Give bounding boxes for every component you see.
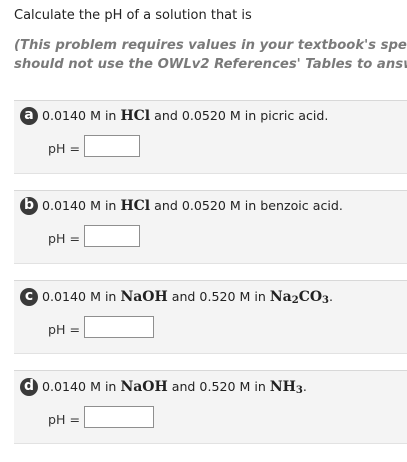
chem-formula: HCl (120, 108, 151, 124)
part-a-prompt: 0.0140 M in HCl and 0.0520 M in picric a… (42, 108, 329, 124)
part-a-ph-input[interactable] (84, 135, 140, 157)
part-a: a 0.0140 M in HCl and 0.0520 M in picric… (14, 100, 407, 174)
part-c-prompt: 0.0140 M in NaOH and 0.520 M in Na2CO3. (42, 289, 334, 306)
chem-formula: NaOH (120, 379, 168, 395)
part-b-badge: b (20, 197, 38, 215)
part-b: b 0.0140 M in HCl and 0.0520 M in benzoi… (14, 190, 407, 264)
part-b-ph-input[interactable] (84, 225, 140, 247)
chem-formula: HCl (120, 198, 151, 214)
note-line-2: should not use the OWLv2 References' Tab… (14, 57, 407, 72)
part-d: d 0.0140 M in NaOH and 0.520 M in NH3. p… (14, 370, 407, 444)
chem-formula: NH3 (269, 379, 303, 396)
part-d-ph-input[interactable] (84, 406, 154, 428)
part-b-prompt: 0.0140 M in HCl and 0.0520 M in benzoic … (42, 198, 343, 214)
part-c-ph-input[interactable] (84, 316, 154, 338)
problem-note: (This problem requires values in your te… (14, 36, 407, 74)
part-d-badge: d (20, 378, 38, 396)
chem-formula: NaOH (120, 289, 168, 305)
part-b-ph-label: pH = (48, 231, 81, 246)
part-c: c 0.0140 M in NaOH and 0.520 M in Na2CO3… (14, 280, 407, 354)
part-d-ph-label: pH = (48, 412, 81, 427)
part-c-ph-label: pH = (48, 322, 81, 337)
part-d-prompt: 0.0140 M in NaOH and 0.520 M in NH3. (42, 379, 307, 396)
chem-formula: Na2CO3 (269, 289, 329, 306)
note-line-1: (This problem requires values in your te… (14, 38, 407, 53)
part-a-ph-label: pH = (48, 141, 81, 156)
part-c-badge: c (20, 288, 38, 306)
part-a-badge: a (20, 107, 38, 125)
problem-intro: Calculate the pH of a solution that is (14, 8, 252, 23)
